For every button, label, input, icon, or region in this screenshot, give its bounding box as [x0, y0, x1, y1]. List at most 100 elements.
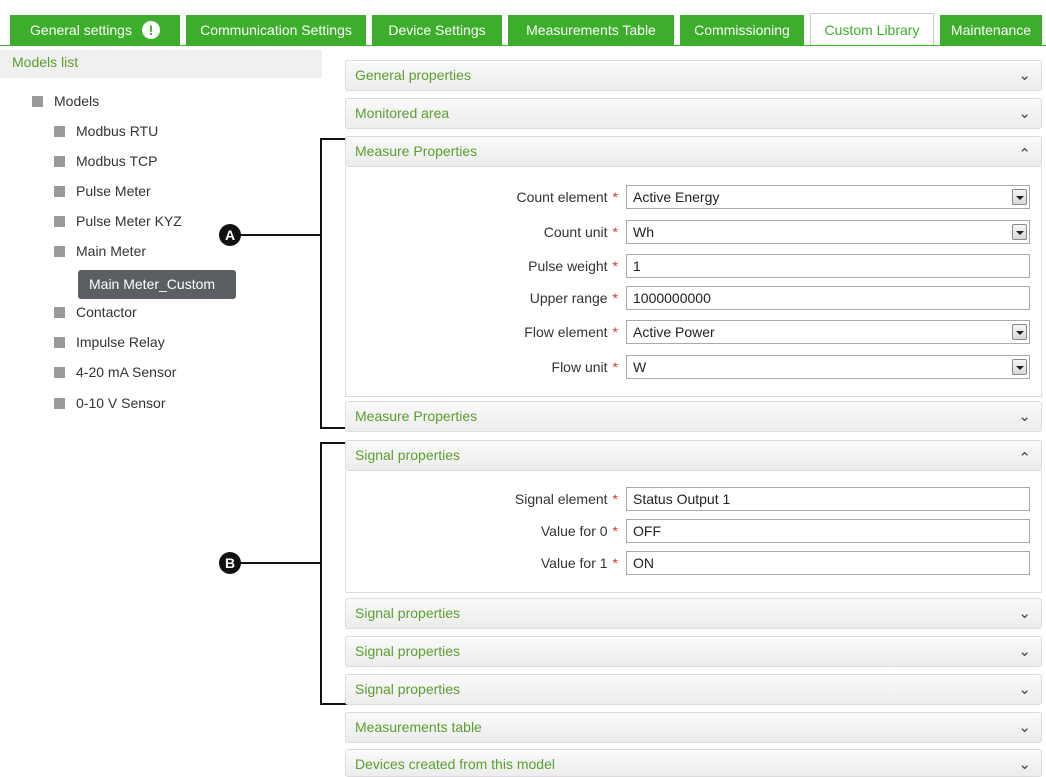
- tree-node-pulse-meter-kyz[interactable]: Pulse Meter KYZ: [54, 210, 182, 232]
- value-for-0-input[interactable]: OFF: [626, 519, 1030, 543]
- required-marker: *: [612, 523, 618, 539]
- value-for-1-input[interactable]: ON: [626, 551, 1030, 575]
- tab-measurements-table[interactable]: Measurements Table: [508, 15, 674, 45]
- callout-b-badge: B: [219, 552, 241, 574]
- minus-square-icon[interactable]: [32, 95, 43, 107]
- required-marker: *: [612, 359, 618, 375]
- tree-node-contactor[interactable]: Contactor: [54, 301, 137, 323]
- tab-label: Device Settings: [388, 22, 486, 38]
- signal-element-label: Signal element *: [514, 491, 618, 507]
- minus-square-icon[interactable]: [54, 366, 65, 378]
- dropdown-arrow-icon[interactable]: [1012, 189, 1027, 205]
- minus-square-icon[interactable]: [54, 336, 65, 348]
- count-element-label: Count element *: [516, 189, 618, 205]
- minus-square-icon[interactable]: [54, 185, 65, 197]
- panel-signal-properties[interactable]: Signal properties ⌃: [345, 440, 1042, 471]
- required-marker: *: [612, 324, 618, 340]
- minus-square-icon[interactable]: [54, 125, 65, 137]
- panel-title: Measure Properties: [355, 408, 478, 424]
- chevron-up-icon[interactable]: ⌃: [1018, 140, 1031, 169]
- panel-general-properties[interactable]: General properties ⌄: [345, 60, 1042, 91]
- tab-divider: [0, 45, 1046, 46]
- dropdown-arrow-icon[interactable]: [1012, 324, 1027, 340]
- tree-node-4-20ma-sensor[interactable]: 4-20 mA Sensor: [54, 361, 176, 383]
- chevron-down-icon[interactable]: ⌄: [1018, 713, 1031, 742]
- tab-maintenance[interactable]: Maintenance: [940, 15, 1042, 45]
- tab-general-settings[interactable]: General settings!: [10, 15, 180, 45]
- panel-signal-properties-collapsed-1[interactable]: Signal properties ⌄: [345, 598, 1042, 629]
- chevron-down-icon[interactable]: ⌄: [1018, 750, 1031, 777]
- panel-monitored-area[interactable]: Monitored area ⌄: [345, 98, 1042, 129]
- panel-title: Measure Properties: [355, 143, 478, 159]
- tab-label: Custom Library: [824, 22, 920, 38]
- tree-node-impulse-relay[interactable]: Impulse Relay: [54, 331, 165, 353]
- required-marker: *: [612, 491, 618, 507]
- dropdown-arrow-icon[interactable]: [1012, 224, 1027, 240]
- required-marker: *: [612, 224, 618, 240]
- tab-label: Communication Settings: [200, 22, 352, 38]
- signal-element-input[interactable]: Status Output 1: [626, 487, 1030, 511]
- flow-element-label: Flow element *: [524, 324, 618, 340]
- tree-node-modbus-tcp[interactable]: Modbus TCP: [54, 150, 157, 172]
- tab-custom-library[interactable]: Custom Library: [810, 13, 934, 46]
- panel-devices-created[interactable]: Devices created from this model ⌄: [345, 749, 1042, 777]
- tab-bar: General settings! Communication Settings…: [0, 0, 1046, 46]
- tree-node-main-meter-custom-selected[interactable]: Main Meter_Custom: [78, 270, 236, 299]
- tree-node-label: Modbus RTU: [76, 123, 159, 139]
- flow-element-select[interactable]: Active Power: [626, 320, 1030, 344]
- panel-measurements-table[interactable]: Measurements table ⌄: [345, 712, 1042, 743]
- value-for-1-label: Value for 1 *: [540, 555, 618, 571]
- pulse-weight-input[interactable]: 1: [626, 254, 1030, 278]
- required-marker: *: [612, 555, 618, 571]
- chevron-down-icon[interactable]: ⌄: [1018, 637, 1031, 666]
- value-for-0-label: Value for 0 *: [540, 523, 618, 539]
- minus-square-icon[interactable]: [54, 245, 65, 257]
- callout-a-badge: A: [219, 224, 241, 246]
- required-marker: *: [612, 290, 618, 306]
- pulse-weight-label: Pulse weight *: [528, 258, 618, 274]
- count-element-select[interactable]: Active Energy: [626, 185, 1030, 209]
- panel-signal-properties-collapsed-3[interactable]: Signal properties ⌄: [345, 674, 1042, 705]
- chevron-down-icon[interactable]: ⌄: [1018, 599, 1031, 628]
- tree-node-modbus-rtu[interactable]: Modbus RTU: [54, 120, 158, 142]
- chevron-up-icon[interactable]: ⌃: [1018, 444, 1031, 473]
- flow-unit-select[interactable]: W: [626, 355, 1030, 379]
- count-unit-select[interactable]: Wh: [626, 220, 1030, 244]
- upper-range-label: Upper range *: [529, 290, 618, 306]
- panel-title: Monitored area: [355, 105, 450, 121]
- panel-measure-properties[interactable]: Measure Properties ⌃: [345, 136, 1042, 167]
- tab-label: Measurements Table: [526, 22, 656, 38]
- tab-commissioning[interactable]: Commissioning: [680, 15, 804, 45]
- upper-range-input[interactable]: 1000000000: [626, 286, 1030, 310]
- chevron-down-icon[interactable]: ⌄: [1018, 61, 1031, 90]
- required-marker: *: [612, 258, 618, 274]
- tree-node-label: Pulse Meter KYZ: [76, 213, 182, 229]
- tree-node-main-meter[interactable]: Main Meter: [54, 240, 146, 262]
- tree-node-models[interactable]: Models: [32, 90, 99, 112]
- panel-title: General properties: [355, 67, 471, 83]
- warning-icon: !: [141, 21, 160, 40]
- tree-node-label: Models: [54, 93, 100, 109]
- chevron-down-icon[interactable]: ⌄: [1018, 99, 1031, 128]
- panel-measure-properties-collapsed[interactable]: Measure Properties ⌄: [345, 401, 1042, 432]
- count-unit-label: Count unit *: [543, 224, 618, 240]
- dropdown-arrow-icon[interactable]: [1012, 359, 1027, 375]
- custom-library-screen: General settings! Communication Settings…: [0, 0, 1046, 777]
- panel-signal-properties-collapsed-2[interactable]: Signal properties ⌄: [345, 636, 1042, 667]
- minus-square-icon[interactable]: [54, 306, 65, 318]
- chevron-down-icon[interactable]: ⌄: [1018, 675, 1031, 704]
- tab-device-settings[interactable]: Device Settings: [372, 15, 502, 45]
- tab-label: Maintenance: [950, 22, 1032, 38]
- tree-node-label: 4-20 mA Sensor: [76, 364, 177, 380]
- minus-square-icon[interactable]: [54, 215, 65, 227]
- panel-title: Signal properties: [355, 447, 461, 463]
- models-list-header: Models list: [0, 50, 322, 78]
- tree-node-pulse-meter[interactable]: Pulse Meter: [54, 180, 151, 202]
- tree-node-0-10v-sensor[interactable]: 0-10 V Sensor: [54, 392, 166, 414]
- chevron-down-icon[interactable]: ⌄: [1018, 402, 1031, 431]
- tree-node-label: Modbus TCP: [76, 153, 158, 169]
- panel-title: Devices created from this model: [355, 756, 555, 772]
- tab-communication-settings[interactable]: Communication Settings: [186, 15, 366, 45]
- minus-square-icon[interactable]: [54, 397, 65, 409]
- minus-square-icon[interactable]: [54, 155, 65, 167]
